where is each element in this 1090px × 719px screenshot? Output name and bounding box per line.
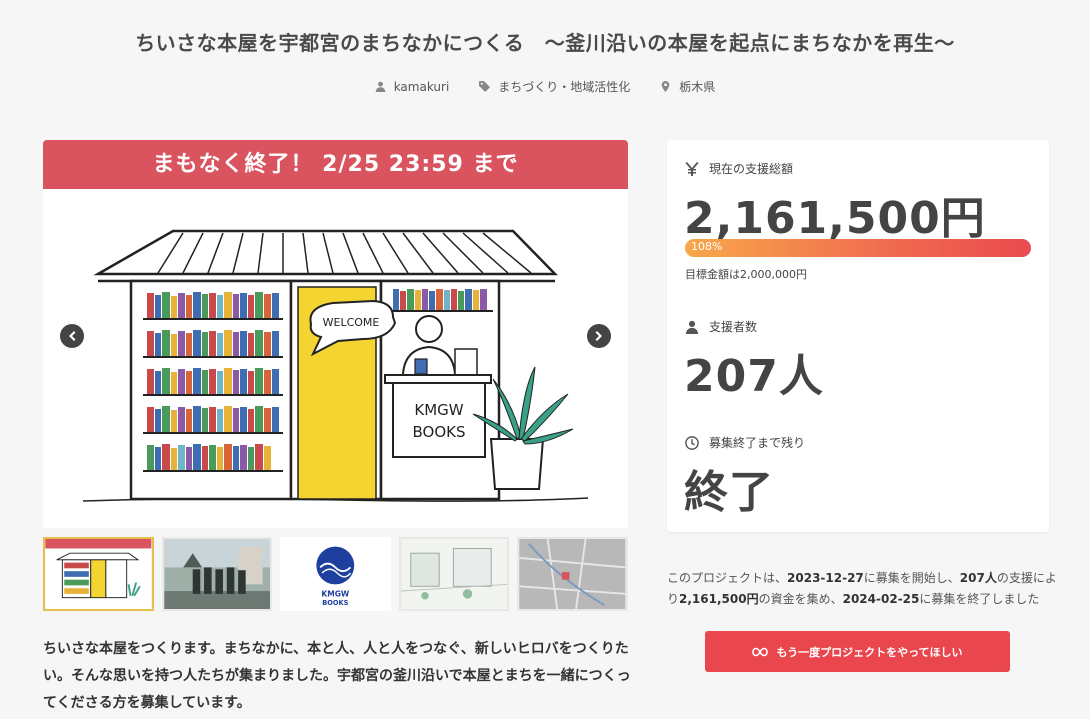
summary-text-1: このプロジェクトは、 bbox=[667, 571, 788, 585]
total-label-row: 現在の支援総額 bbox=[685, 160, 793, 177]
summary-amount: 2,161,500円 bbox=[679, 592, 759, 606]
remaining-label: 募集終了まで残り bbox=[709, 436, 806, 450]
chevron-right-icon bbox=[595, 331, 602, 341]
summary-text-4: の資金を集め、 bbox=[758, 592, 843, 606]
chevron-left-icon bbox=[69, 331, 76, 341]
summary-text-2: に募集を開始し、 bbox=[863, 571, 960, 585]
map-pin-icon bbox=[662, 81, 670, 92]
supporters-label-row: 支援者数 bbox=[685, 318, 757, 335]
bookshop-illustration: KMGW BOOKS WELCOME bbox=[43, 189, 628, 528]
yen-icon bbox=[685, 161, 699, 176]
carousel-prev-button[interactable] bbox=[60, 324, 84, 348]
thumbnail-logo[interactable]: KMGW BOOKS bbox=[280, 537, 391, 611]
logo-books-text: BOOKS bbox=[322, 599, 348, 607]
logo-kmgw-text: KMGW bbox=[322, 590, 351, 599]
summary-supporter-count: 207人 bbox=[959, 571, 997, 585]
thumbnail-map[interactable] bbox=[517, 537, 628, 611]
project-title: ちいさな本屋を宇都宮のまちなかにつくる 〜釜川沿いの本屋を起点にまちなかを再生〜 bbox=[135, 31, 955, 55]
thumbnail-team-image bbox=[163, 539, 270, 609]
thumbnail-shop-image bbox=[45, 539, 152, 609]
remaining-value: 終了 bbox=[684, 467, 774, 518]
total-label: 現在の支援総額 bbox=[709, 162, 794, 176]
request-again-button[interactable]: もう一度プロジェクトをやってほしい bbox=[705, 631, 1010, 672]
category-link[interactable]: まちづくり・地域活性化 bbox=[479, 78, 630, 95]
project-summary: このプロジェクトは、2023-12-27に募集を開始し、207人の支援により2,… bbox=[667, 568, 1057, 610]
summary-start-date: 2023-12-27 bbox=[787, 571, 864, 585]
supporters-count: 207人 bbox=[684, 351, 824, 402]
clock-icon bbox=[685, 435, 699, 450]
thumbnail-shop-illustration[interactable] bbox=[43, 537, 154, 611]
supporters-label: 支援者数 bbox=[709, 320, 758, 334]
request-again-label: もう一度プロジェクトをやってほしい bbox=[776, 645, 963, 659]
user-icon bbox=[375, 81, 385, 92]
stats-panel: 現在の支援総額 2,161,500円 108% 目標金額は2,000,000円 … bbox=[667, 140, 1049, 532]
thumbnail-street-image bbox=[401, 539, 508, 609]
sign-books: BOOKS bbox=[413, 423, 466, 441]
goal-amount: 目標金額は2,000,000円 bbox=[685, 268, 807, 281]
remaining-label-row: 募集終了まで残り bbox=[685, 434, 805, 451]
infinity-icon bbox=[752, 647, 769, 656]
sign-welcome: WELCOME bbox=[323, 316, 380, 329]
summary-end-date: 2024-02-25 bbox=[842, 592, 920, 606]
summary-text-5: に募集を終了しました bbox=[919, 592, 1040, 606]
user-icon bbox=[685, 320, 699, 334]
deadline-banner: まもなく終了！ 2/25 23:59 まで bbox=[43, 140, 628, 189]
tag-icon bbox=[479, 81, 491, 92]
thumbnail-team-photo[interactable] bbox=[161, 537, 273, 611]
project-description: ちいさな本屋をつくります。まちなかに、本と人、人と人をつなぐ、新しいヒロバをつく… bbox=[43, 641, 631, 711]
sign-kmgw: KMGW bbox=[414, 401, 463, 419]
author-name: kamakuri bbox=[393, 79, 450, 94]
progress-percent: 108% bbox=[691, 240, 723, 253]
thumbnail-map-image bbox=[519, 539, 626, 609]
carousel-next-button[interactable] bbox=[587, 324, 611, 348]
thumbnail-strip: KMGW BOOKS bbox=[43, 537, 628, 612]
project-meta: kamakuri まちづくり・地域活性化 栃木県 bbox=[0, 78, 1090, 95]
kmgw-logo-image: KMGW BOOKS bbox=[282, 539, 389, 609]
funding-progress-bar: 108% bbox=[685, 239, 1031, 257]
author-link[interactable]: kamakuri bbox=[375, 78, 450, 95]
thumbnail-street-illustration[interactable] bbox=[398, 537, 510, 611]
location-link[interactable]: 栃木県 bbox=[660, 78, 715, 95]
hero-carousel: まもなく終了！ 2/25 23:59 まで KMGW BOOKS WELCOME bbox=[43, 140, 628, 528]
location-name: 栃木県 bbox=[679, 80, 716, 94]
category-name: まちづくり・地域活性化 bbox=[498, 80, 631, 94]
total-amount: 2,161,500円 bbox=[684, 193, 986, 244]
